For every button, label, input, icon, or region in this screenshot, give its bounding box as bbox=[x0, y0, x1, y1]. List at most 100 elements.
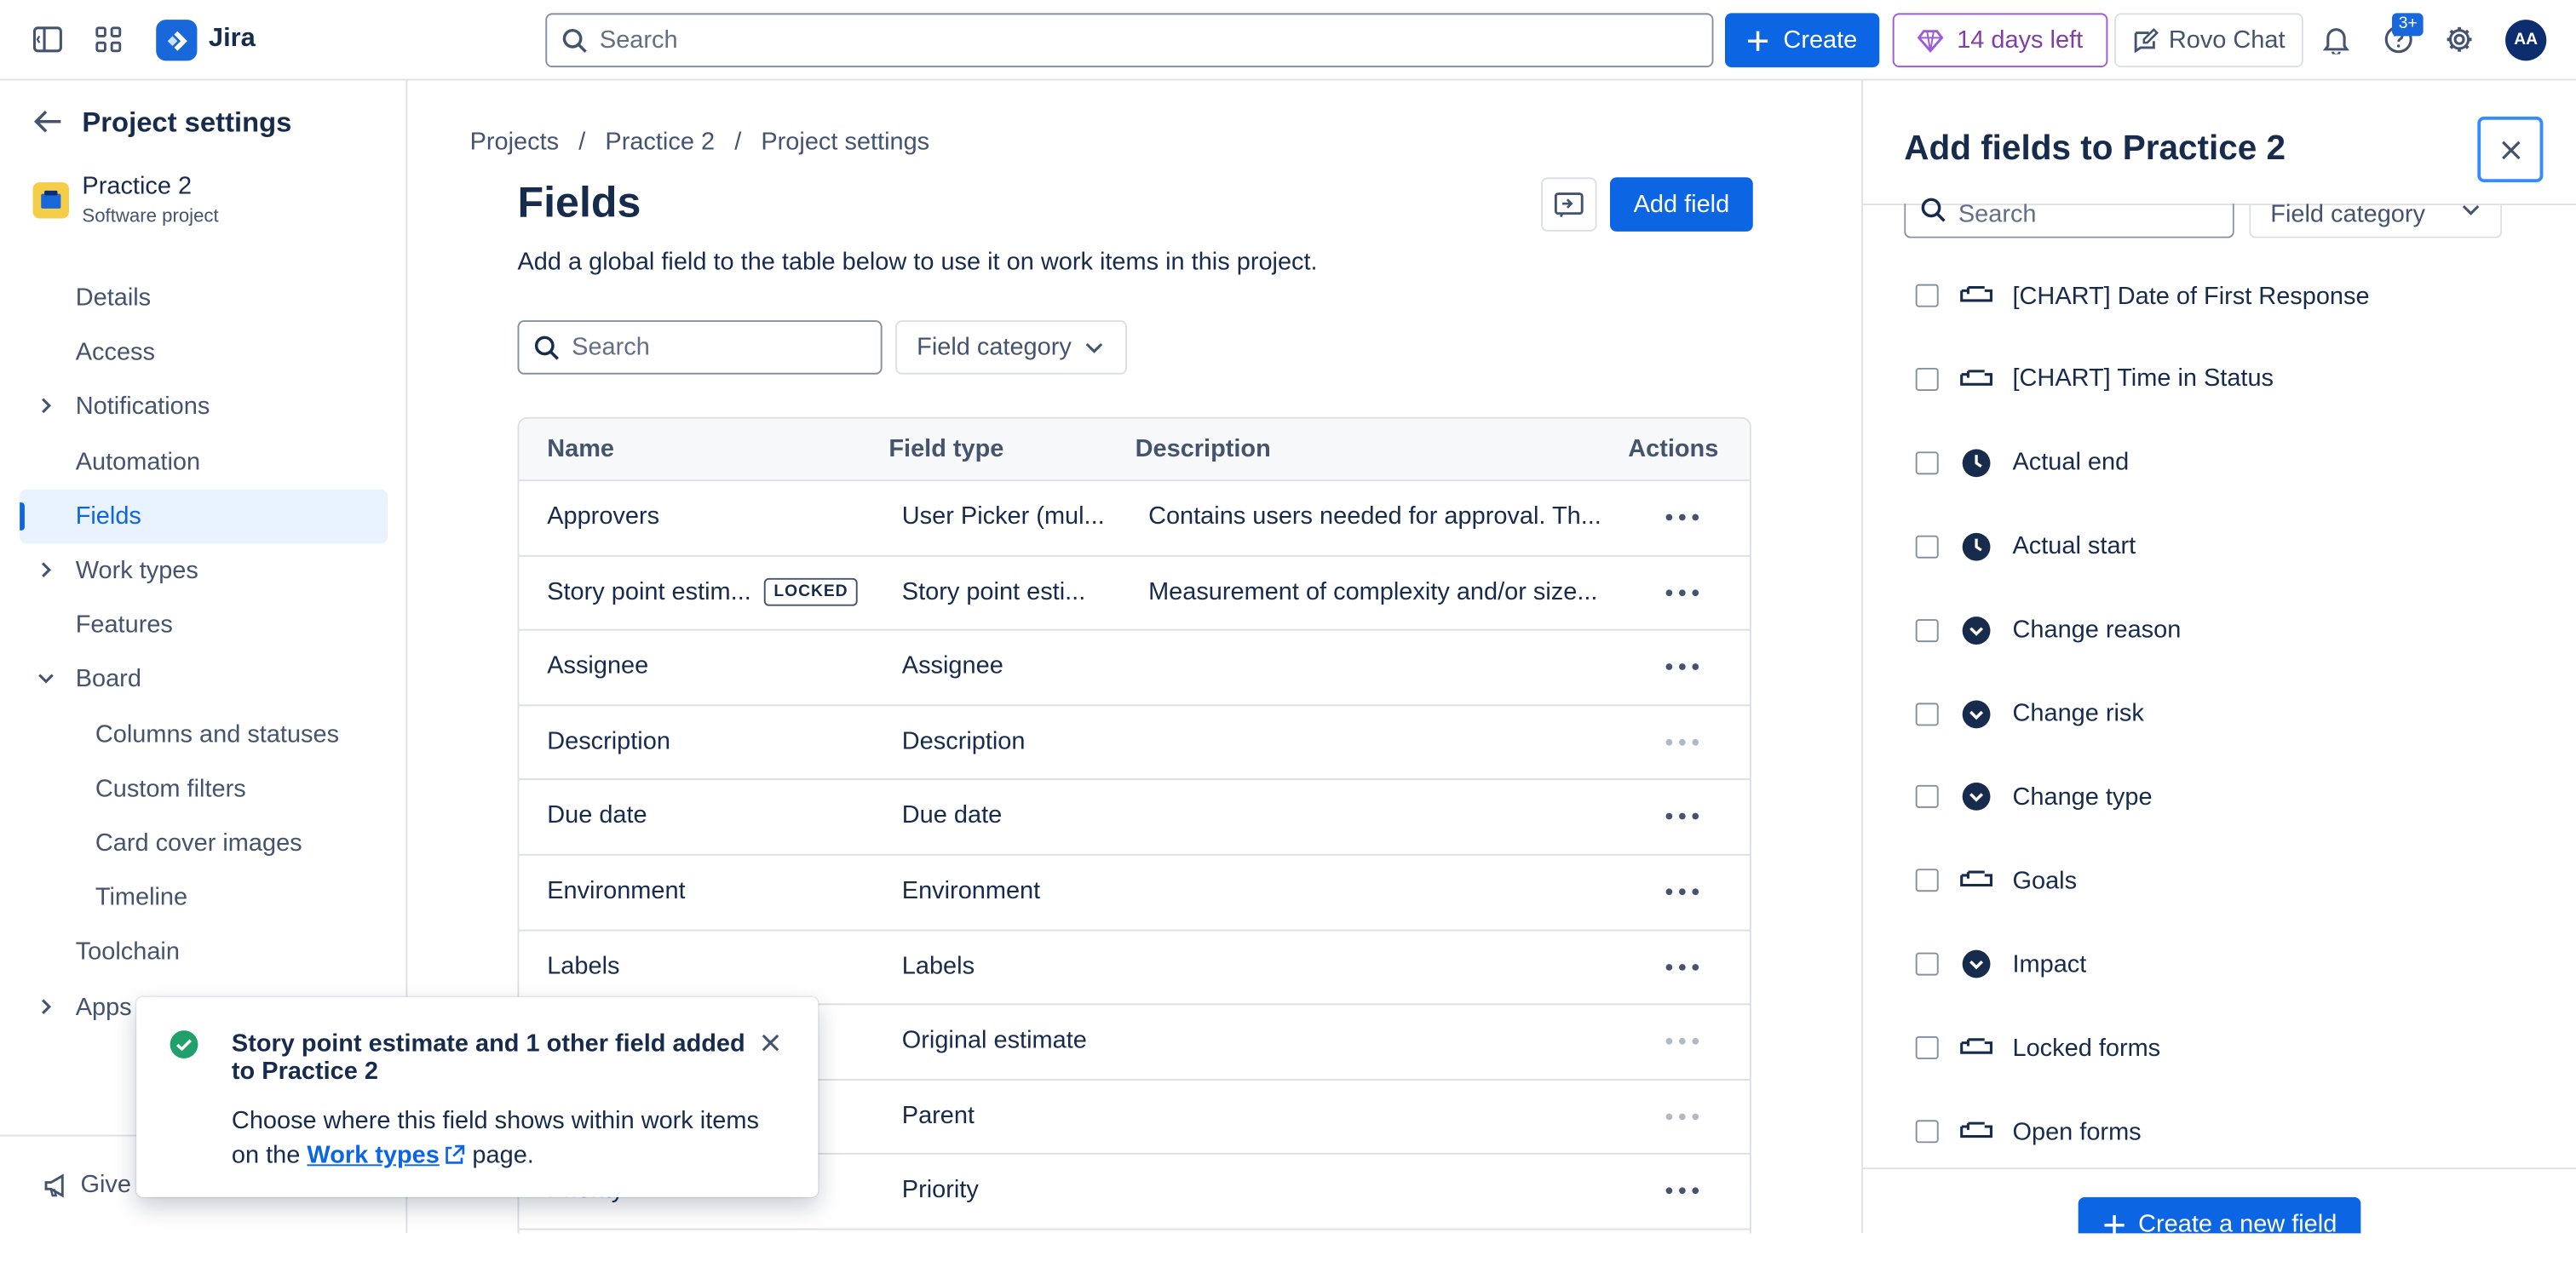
close-icon bbox=[2499, 139, 2521, 160]
breadcrumb-project[interactable]: Practice 2 bbox=[605, 128, 715, 156]
sidebar-item-label: Timeline bbox=[95, 883, 188, 912]
more-actions-icon[interactable] bbox=[1665, 1178, 1699, 1204]
sidebar-item-custom-filters[interactable]: Custom filters bbox=[20, 761, 388, 816]
close-icon[interactable] bbox=[761, 1033, 780, 1052]
jira-logo-icon[interactable] bbox=[156, 20, 198, 61]
panel-field-category-dropdown[interactable]: Field category bbox=[2249, 200, 2503, 238]
search-icon bbox=[534, 335, 561, 361]
notifications-bell-icon[interactable] bbox=[2316, 20, 2355, 59]
sidebar-item-toolchain[interactable]: Toolchain bbox=[20, 926, 388, 980]
field-option[interactable]: Goals bbox=[1915, 861, 2077, 900]
field-name: Labels bbox=[547, 951, 620, 980]
field-checkbox[interactable] bbox=[1915, 367, 1939, 391]
field-option[interactable]: [CHART] Date of First Response bbox=[1915, 276, 2370, 315]
column-header-description: Description bbox=[1135, 435, 1271, 463]
sidebar-item-board[interactable]: Board bbox=[20, 652, 388, 707]
field-checkbox[interactable] bbox=[1915, 618, 1939, 642]
sidebar-item-work-types[interactable]: Work types bbox=[20, 543, 388, 598]
field-type: Labels bbox=[901, 951, 975, 980]
trial-label: 14 days left bbox=[1957, 26, 2084, 54]
breadcrumb-separator: / bbox=[578, 128, 586, 157]
external-link-icon bbox=[445, 1144, 466, 1166]
work-types-link-label[interactable]: Work types bbox=[307, 1141, 439, 1169]
app-name[interactable]: Jira bbox=[209, 25, 256, 54]
app-switcher-icon[interactable] bbox=[89, 20, 128, 59]
field-option[interactable]: Open forms bbox=[1915, 1112, 2142, 1151]
field-checkbox[interactable] bbox=[1915, 284, 1939, 307]
search-placeholder: Search bbox=[599, 26, 678, 54]
sidebar-toggle-icon[interactable] bbox=[28, 20, 67, 59]
create-new-field-label: Create a new field bbox=[2138, 1210, 2337, 1234]
more-actions-icon bbox=[1665, 1104, 1699, 1130]
rovo-chat-button[interactable]: Rovo Chat bbox=[2114, 13, 2303, 68]
breadcrumb: Projects / Practice 2 / Project settings bbox=[470, 128, 930, 156]
breadcrumb-projects[interactable]: Projects bbox=[470, 128, 560, 156]
rovo-label: Rovo Chat bbox=[2168, 26, 2286, 54]
column-header-type[interactable]: Field type bbox=[888, 435, 1003, 463]
table-row: Assignee Assignee bbox=[519, 631, 1750, 706]
field-type: Original estimate bbox=[901, 1026, 1087, 1055]
field-option[interactable]: Change reason bbox=[1915, 611, 2181, 650]
work-types-link[interactable]: Work types bbox=[307, 1141, 439, 1169]
dropdown-circle-icon bbox=[1958, 612, 1994, 648]
create-button[interactable]: Create bbox=[1724, 13, 1880, 68]
field-option[interactable]: Locked forms bbox=[1915, 1028, 2160, 1067]
feedback-icon-button[interactable] bbox=[1540, 177, 1597, 232]
sidebar-item-automation[interactable]: Automation bbox=[20, 434, 388, 489]
close-panel-button[interactable] bbox=[2477, 116, 2544, 183]
user-avatar[interactable]: AA bbox=[2505, 20, 2547, 61]
more-actions-icon[interactable] bbox=[1665, 504, 1699, 531]
field-option[interactable]: [CHART] Time in Status bbox=[1915, 359, 2274, 399]
field-option[interactable]: Actual start bbox=[1915, 526, 2136, 565]
field-name: Description bbox=[547, 726, 670, 755]
field-option[interactable]: Actual end bbox=[1915, 443, 2129, 482]
breadcrumb-settings[interactable]: Project settings bbox=[761, 128, 929, 156]
field-category-dropdown[interactable]: Field category bbox=[895, 320, 1127, 375]
table-row: Approvers User Picker (mul... Contains use… bbox=[519, 481, 1750, 557]
field-checkbox[interactable] bbox=[1915, 952, 1939, 976]
add-field-button[interactable]: Add field bbox=[1609, 177, 1753, 232]
field-option[interactable]: Change type bbox=[1915, 777, 2153, 817]
category-label: Field category bbox=[917, 333, 1072, 362]
chevron-right-icon[interactable] bbox=[36, 996, 55, 1016]
field-checkbox[interactable] bbox=[1915, 702, 1939, 726]
field-option[interactable]: Change risk bbox=[1915, 694, 2144, 733]
sidebar-item-fields[interactable]: Fields bbox=[20, 489, 388, 543]
column-header-name[interactable]: Name bbox=[547, 435, 614, 463]
field-checkbox[interactable] bbox=[1915, 785, 1939, 809]
field-checkbox[interactable] bbox=[1915, 1120, 1939, 1144]
panel-search-input[interactable]: Search bbox=[1904, 198, 2234, 238]
more-actions-icon[interactable] bbox=[1665, 804, 1699, 830]
create-new-field-button[interactable]: Create a new field bbox=[2078, 1196, 2361, 1234]
sidebar-item-columns-and-statuses[interactable]: Columns and statuses bbox=[20, 707, 388, 761]
fields-search-input[interactable]: Search bbox=[517, 320, 883, 375]
sidebar-item-details[interactable]: Details bbox=[20, 271, 388, 325]
breadcrumb-separator: / bbox=[734, 128, 742, 157]
more-actions-icon[interactable] bbox=[1665, 579, 1699, 605]
field-checkbox[interactable] bbox=[1915, 1036, 1939, 1060]
chevron-down-icon[interactable] bbox=[36, 669, 55, 689]
field-type: Story point esti... bbox=[901, 577, 1086, 605]
chevron-right-icon[interactable] bbox=[36, 560, 55, 580]
field-checkbox[interactable] bbox=[1915, 535, 1939, 559]
back-arrow-icon[interactable] bbox=[33, 108, 63, 135]
more-actions-icon[interactable] bbox=[1665, 654, 1699, 680]
chevron-right-icon[interactable] bbox=[36, 397, 55, 416]
field-box-icon bbox=[1958, 1114, 1994, 1150]
field-checkbox[interactable] bbox=[1915, 869, 1939, 892]
field-name: Assignee bbox=[547, 652, 649, 680]
sidebar-item-features[interactable]: Features bbox=[20, 598, 388, 652]
sidebar-item-card-cover-images[interactable]: Card cover images bbox=[20, 816, 388, 870]
flag-body: Choose where this field shows within wor… bbox=[232, 1104, 791, 1173]
sidebar-item-access[interactable]: Access bbox=[20, 325, 388, 380]
more-actions-icon[interactable] bbox=[1665, 954, 1699, 980]
trial-button[interactable]: 14 days left bbox=[1892, 13, 2108, 68]
sidebar-item-timeline[interactable]: Timeline bbox=[20, 871, 388, 926]
more-actions-icon[interactable] bbox=[1665, 879, 1699, 905]
field-option[interactable]: Impact bbox=[1915, 944, 2086, 984]
global-search-input[interactable]: Search bbox=[545, 13, 1714, 68]
sidebar-item-label: Automation bbox=[75, 447, 201, 476]
settings-gear-icon[interactable] bbox=[2440, 20, 2479, 59]
sidebar-item-notifications[interactable]: Notifications bbox=[20, 380, 388, 434]
field-checkbox[interactable] bbox=[1915, 450, 1939, 474]
